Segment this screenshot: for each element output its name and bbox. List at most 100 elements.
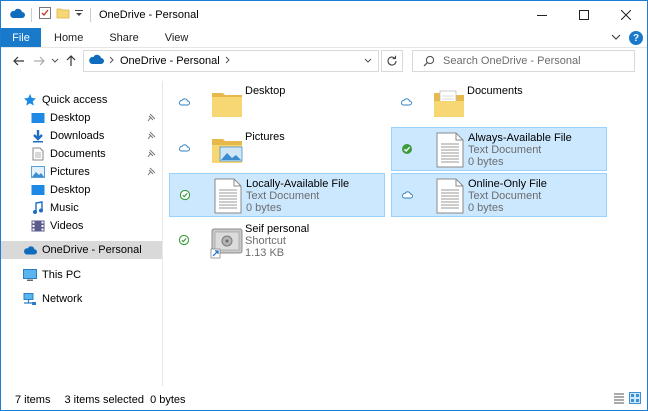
details-view-button[interactable] — [613, 392, 625, 407]
music-icon — [31, 201, 45, 215]
item-count: 7 items — [15, 393, 51, 406]
navigation-bar: OneDrive - Personal — [1, 48, 647, 74]
onedrive-cloud-icon — [88, 54, 104, 68]
sidebar-item-network[interactable]: Network — [1, 290, 162, 308]
desktop-icon — [31, 183, 45, 197]
sidebar-item-onedrive[interactable]: OneDrive - Personal — [1, 241, 162, 259]
minimize-button[interactable] — [521, 1, 563, 28]
file-type: Text Document — [468, 190, 542, 202]
sidebar-item-label: Quick access — [42, 94, 108, 106]
file-item-documents[interactable]: Documents — [391, 81, 607, 125]
text-document-icon — [430, 130, 470, 170]
address-bar[interactable]: OneDrive - Personal — [83, 50, 379, 72]
sidebar-item-desktop[interactable]: Desktop — [1, 109, 162, 127]
help-button[interactable]: ? — [629, 31, 643, 45]
file-item-desktop[interactable]: Desktop — [169, 81, 385, 125]
sidebar-item-music[interactable]: Music — [1, 199, 162, 217]
file-name: Desktop — [245, 85, 286, 97]
onedrive-cloud-icon — [23, 243, 37, 257]
forward-button[interactable] — [29, 50, 49, 72]
up-button[interactable] — [61, 50, 81, 72]
back-button[interactable] — [9, 50, 29, 72]
desktop-icon — [31, 111, 45, 125]
file-name: Locally-Available File — [246, 178, 350, 190]
sidebar-item-label: Music — [50, 202, 79, 214]
vault-shortcut-icon — [207, 221, 247, 261]
expand-ribbon-icon[interactable] — [611, 32, 621, 44]
file-size: 0 bytes — [468, 202, 504, 214]
file-item-online-only[interactable]: Online-Only File Text Document 0 bytes — [391, 173, 607, 217]
sidebar-item-pictures[interactable]: Pictures — [1, 163, 162, 181]
sidebar-item-label: Downloads — [50, 130, 105, 142]
sidebar-item-videos[interactable]: Videos — [1, 217, 162, 235]
downloads-icon — [31, 129, 45, 143]
file-size: 0 bytes — [468, 156, 504, 168]
pin-icon — [147, 149, 156, 160]
maximize-icon — [579, 9, 589, 20]
network-icon — [23, 292, 37, 306]
breadcrumb-chevron-icon[interactable] — [225, 55, 231, 67]
file-name: Always-Available File — [468, 132, 572, 144]
chevron-down-icon — [364, 58, 371, 63]
back-arrow-icon — [13, 56, 24, 66]
explorer-window: OneDrive - Personal File Home Share View… — [0, 0, 648, 411]
details-view-icon — [614, 393, 624, 404]
file-item-pictures[interactable]: Pictures — [169, 127, 385, 171]
breadcrumb-separator-icon[interactable] — [109, 55, 115, 67]
file-name: Pictures — [245, 131, 285, 143]
text-document-icon — [208, 176, 248, 216]
minimize-icon — [537, 14, 547, 16]
sidebar-item-label: Network — [42, 293, 83, 305]
file-size: 0 bytes — [246, 202, 282, 214]
star-icon — [23, 93, 37, 107]
close-button[interactable] — [605, 1, 647, 28]
file-list: Desktop Documents Pictures Always-Availa… — [169, 81, 639, 386]
cloud-status-icon — [177, 95, 191, 109]
refresh-button[interactable] — [381, 50, 403, 72]
computer-icon — [23, 268, 37, 282]
pin-icon — [147, 131, 156, 142]
file-item-always-available[interactable]: Always-Available File Text Document 0 by… — [391, 127, 607, 171]
pin-icon — [147, 167, 156, 178]
sidebar-item-downloads[interactable]: Downloads — [1, 127, 162, 145]
always-available-status-icon — [400, 142, 414, 156]
tab-view[interactable]: View — [152, 28, 202, 47]
file-size: 1.13 KB — [245, 247, 285, 259]
customize-toolbar-icon[interactable] — [74, 8, 84, 21]
sidebar-item-documents[interactable]: Documents — [1, 145, 162, 163]
file-item-seif-personal[interactable]: Seif personal Shortcut 1.13 KB — [169, 219, 385, 263]
breadcrumb-location[interactable]: OneDrive - Personal — [120, 55, 220, 67]
tab-file[interactable]: File — [1, 28, 41, 47]
file-type: Text Document — [246, 190, 320, 202]
sidebar-item-this-pc[interactable]: This PC — [1, 266, 162, 284]
tab-share[interactable]: Share — [96, 28, 151, 47]
sidebar-item-label: Desktop — [50, 112, 91, 124]
cloud-status-icon — [177, 141, 191, 155]
refresh-icon — [387, 55, 397, 66]
folder-icon — [207, 83, 247, 123]
videos-icon — [31, 219, 45, 233]
new-folder-icon[interactable] — [56, 6, 70, 23]
title-bar: OneDrive - Personal — [1, 1, 647, 28]
documents-icon — [31, 147, 45, 161]
search-input[interactable] — [443, 55, 623, 67]
tab-home[interactable]: Home — [41, 28, 96, 47]
search-box[interactable] — [412, 50, 635, 72]
sidebar-item-desktop-2[interactable]: Desktop — [1, 181, 162, 199]
sidebar-item-quick-access[interactable]: Quick access — [1, 91, 162, 109]
file-name: Seif personal — [245, 223, 310, 235]
maximize-button[interactable] — [563, 1, 605, 28]
recent-locations-button[interactable] — [49, 50, 61, 72]
locally-available-status-icon — [177, 233, 191, 247]
onedrive-cloud-icon — [9, 7, 25, 22]
documents-folder-icon — [429, 83, 469, 123]
quick-access-toolbar — [9, 6, 93, 23]
file-item-locally-available[interactable]: Locally-Available File Text Document 0 b… — [169, 173, 385, 217]
pin-icon — [147, 113, 156, 124]
tiles-view-button[interactable] — [629, 392, 641, 407]
sidebar-item-label: Desktop — [50, 184, 91, 196]
window-title: OneDrive - Personal — [99, 8, 199, 21]
address-dropdown-button[interactable] — [357, 50, 379, 72]
properties-icon[interactable] — [38, 6, 52, 23]
pictures-folder-icon — [207, 129, 247, 169]
